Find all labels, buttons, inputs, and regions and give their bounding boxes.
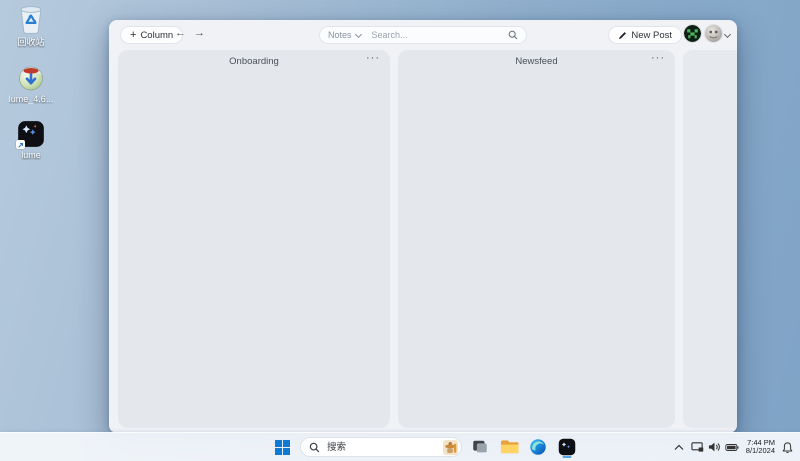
edge-browser-icon[interactable] [527,436,549,458]
recycle-bin-icon [16,4,46,34]
workspace-avatar[interactable] [684,25,701,42]
search-highlight-image[interactable] [443,440,458,455]
board-columns: Onboarding ··· Newsfeed ··· [118,50,737,428]
task-view-icon[interactable] [469,436,491,458]
search-icon [309,442,320,453]
back-arrow-icon[interactable]: ← [175,27,186,39]
taskbar: 7:44 PM 8/1/2024 [0,432,800,461]
windows-start-button[interactable] [271,436,293,458]
add-column-label: Column [140,30,173,41]
desktop: 回收站 lume_4.6... [0,0,800,461]
hidden-icons-chevron[interactable] [674,444,684,451]
volume-icon [708,441,721,453]
new-post-label: New Post [631,30,672,41]
lume-app-icon [16,119,46,149]
app-toolbar: + Column ← → Notes New Post [109,20,737,50]
column-title: Onboarding [118,50,390,67]
plus-icon: + [130,30,136,40]
desktop-icon-label: 回收站 [17,35,44,48]
notes-filter-dropdown[interactable]: Notes [328,30,361,40]
lume-taskbar-icon[interactable] [556,436,578,458]
new-post-button[interactable]: New Post [608,26,682,44]
network-icon [691,441,704,453]
column-title: Newsfeed [398,50,675,67]
taskbar-clock[interactable]: 7:44 PM 8/1/2024 [746,439,775,456]
desktop-icon-recycle-bin[interactable]: 回收站 [4,4,58,48]
clock-date: 8/1/2024 [746,446,775,455]
desktop-icon-label: lume_4.6... [9,94,54,104]
pen-icon [618,31,627,40]
column-newsfeed: Newsfeed ··· [398,50,675,428]
taskbar-search-input[interactable] [325,441,438,454]
add-column-button[interactable]: + Column [120,26,183,44]
network-volume-battery-group[interactable] [691,441,739,453]
installer-icon [16,63,46,93]
system-tray: 7:44 PM 8/1/2024 [674,433,793,461]
active-app-indicator [563,456,572,459]
forward-arrow-icon[interactable]: → [194,27,205,39]
column-onboarding: Onboarding ··· [118,50,390,428]
user-avatar[interactable] [705,25,722,42]
shortcut-arrow-badge [16,140,25,149]
column-menu-icon[interactable]: ··· [366,52,380,64]
battery-icon [725,443,739,452]
desktop-icon-lume-shortcut[interactable]: lume [4,119,58,160]
profile-chevron-icon[interactable] [724,31,731,38]
desktop-icon-installer[interactable]: lume_4.6... [4,63,58,104]
notes-filter-label: Notes [328,30,352,40]
column-partial [683,50,737,428]
taskbar-center-icons [271,433,578,461]
app-search-input[interactable] [370,29,508,41]
app-search-bar: Notes [319,26,527,44]
taskbar-search-box[interactable] [300,437,462,457]
column-menu-icon[interactable]: ··· [651,52,665,64]
desktop-icon-label: lume [21,150,41,160]
chevron-down-icon [354,30,361,37]
file-explorer-icon[interactable] [498,436,520,458]
notifications-bell-icon[interactable] [782,441,793,454]
desktop-icon-list: 回收站 lume_4.6... [4,4,58,160]
search-icon [508,30,518,40]
lume-app-window: + Column ← → Notes New Post [109,20,737,433]
